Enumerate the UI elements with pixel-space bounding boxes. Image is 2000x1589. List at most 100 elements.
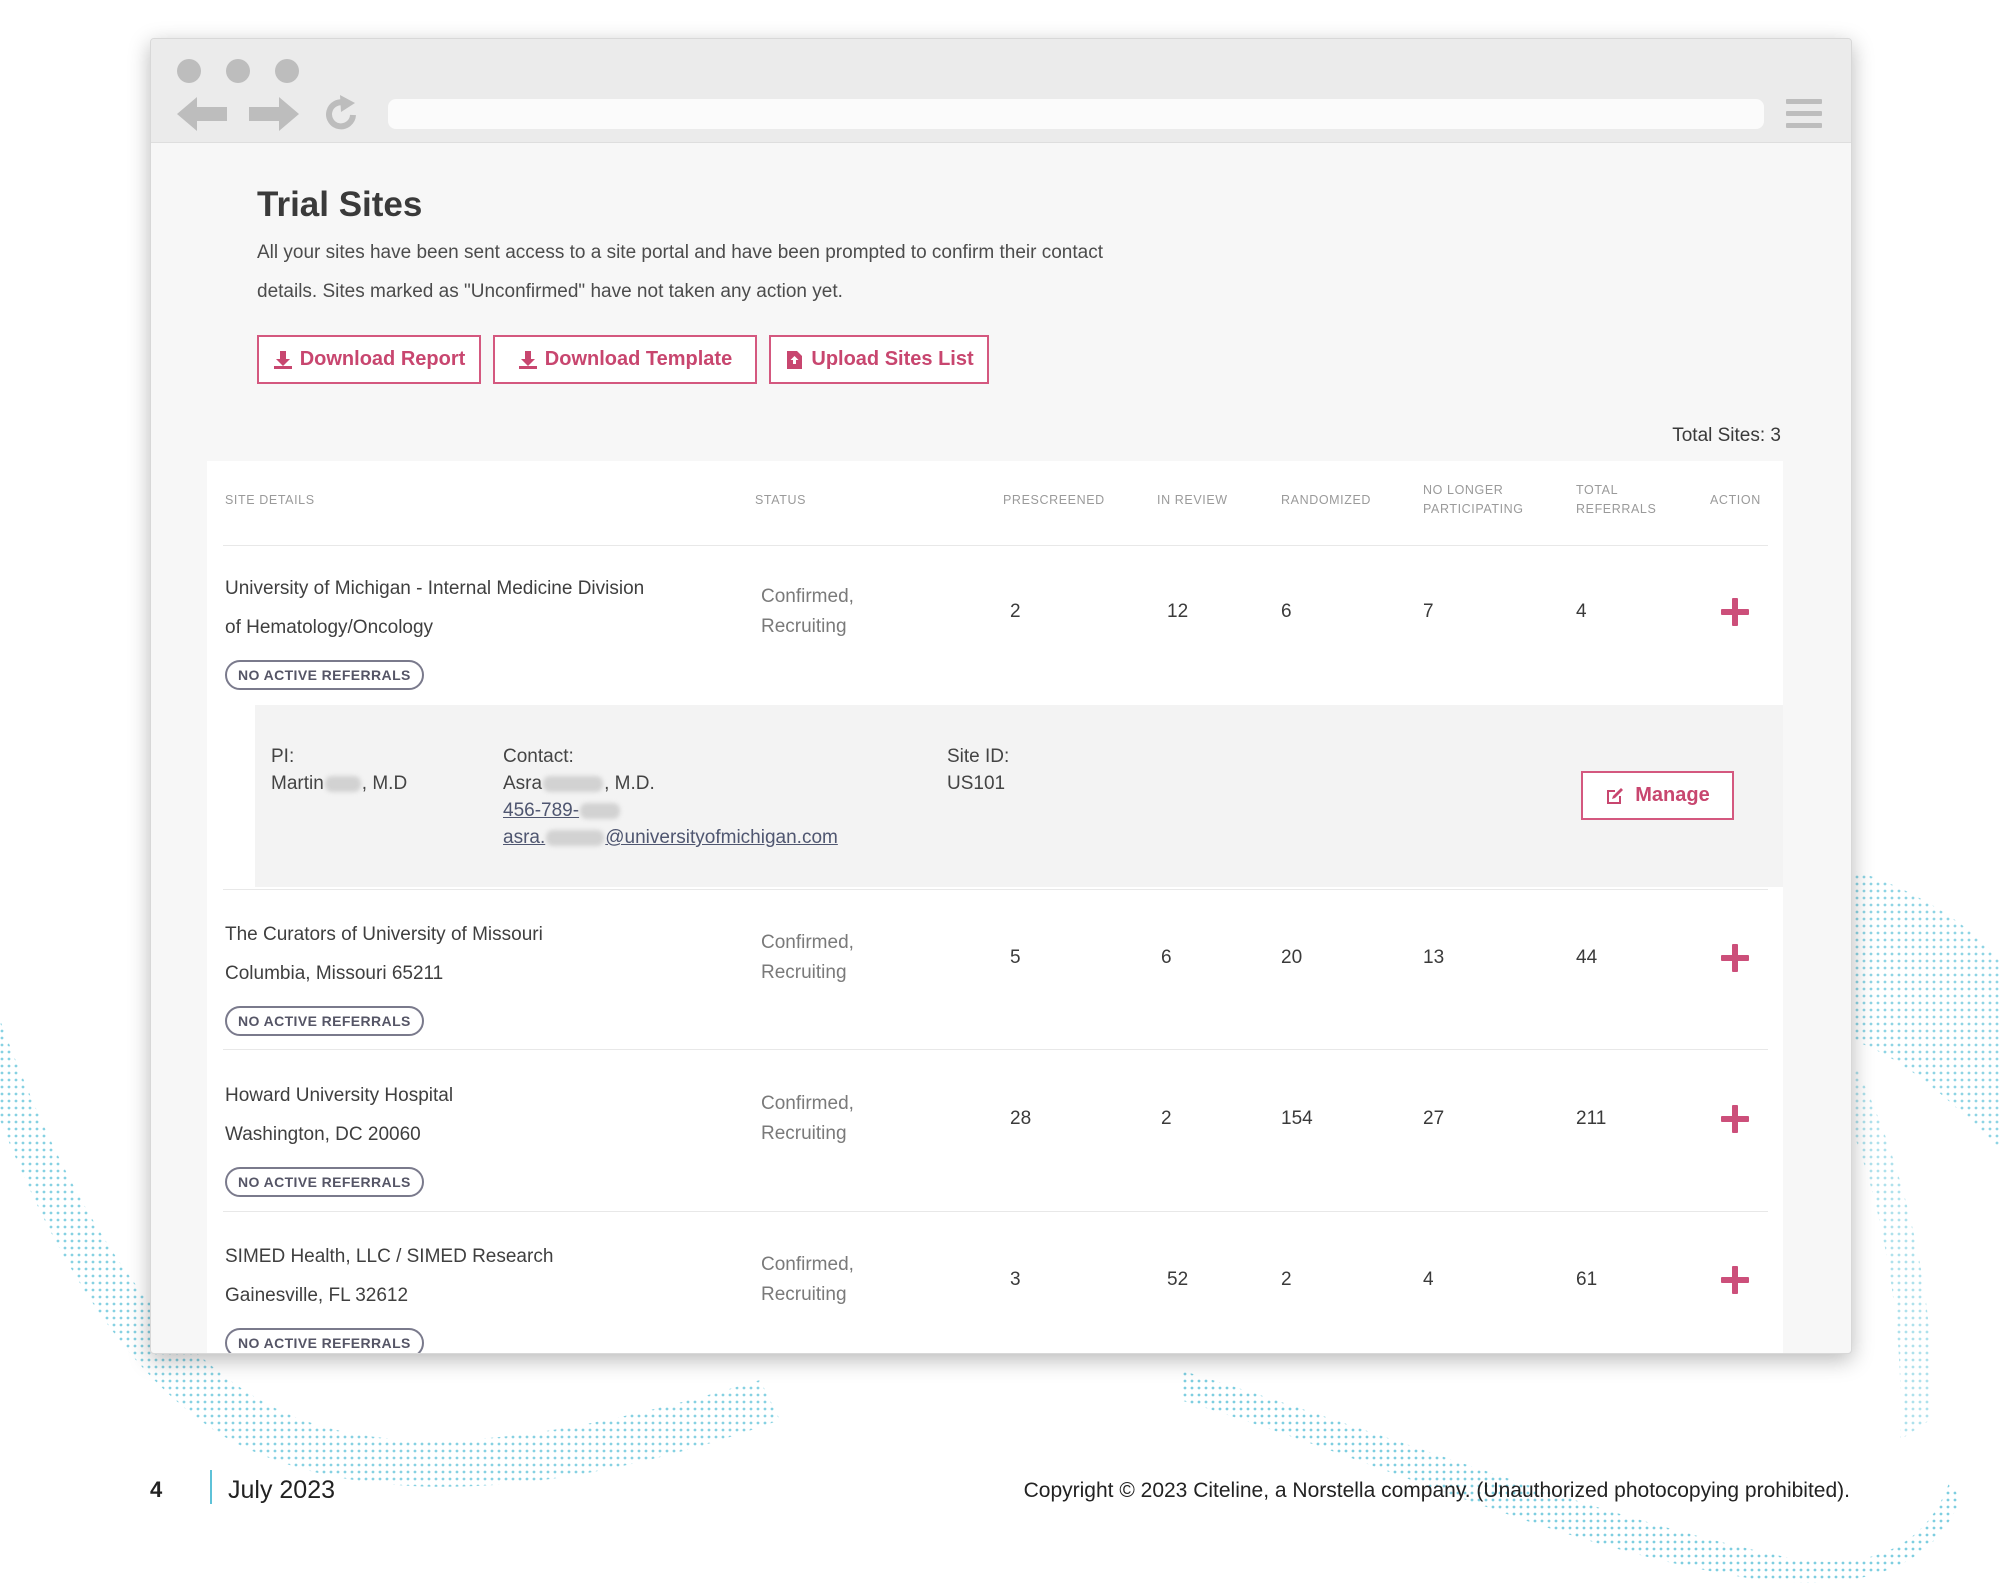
window-dot-maximize[interactable] bbox=[275, 59, 299, 83]
site-status-line-1: Confirmed, bbox=[761, 932, 854, 953]
site-status: Confirmed, Recruiting bbox=[761, 1089, 854, 1149]
page-number: 4 bbox=[150, 1477, 163, 1502]
header-action: ACTION bbox=[1710, 493, 1761, 507]
total-referrals-value: 211 bbox=[1576, 1108, 1607, 1129]
site-status-line-2: Recruiting bbox=[761, 1123, 847, 1144]
site-status: Confirmed, Recruiting bbox=[761, 1250, 854, 1310]
status-badge: NO ACTIVE REFERRALS bbox=[225, 1006, 424, 1036]
no-longer-participating-value: 4 bbox=[1423, 1269, 1434, 1290]
pi-name: Martin , M.D bbox=[271, 770, 407, 797]
footer-copyright: Copyright © 2023 Citeline, a Norstella c… bbox=[1023, 1479, 1850, 1502]
status-badge: NO ACTIVE REFERRALS bbox=[225, 1167, 424, 1197]
upload-sites-list-button[interactable]: Upload Sites List bbox=[769, 335, 989, 384]
expand-plus-icon[interactable] bbox=[1720, 1104, 1750, 1134]
manage-label: Manage bbox=[1635, 784, 1710, 806]
header-no-longer-line-1: NO LONGER bbox=[1423, 483, 1504, 497]
footer-date: July 2023 bbox=[228, 1476, 336, 1504]
back-arrow-icon[interactable] bbox=[175, 94, 229, 134]
randomized-value: 154 bbox=[1281, 1108, 1313, 1129]
phone-prefix: 456-789- bbox=[503, 800, 580, 821]
download-icon bbox=[273, 350, 292, 369]
pi-info: PI: Martin , M.D bbox=[271, 743, 407, 797]
description-line-2: details. Sites marked as "Unconfirmed" h… bbox=[257, 281, 843, 302]
browser-chrome bbox=[151, 39, 1851, 143]
row-divider bbox=[223, 1049, 1768, 1050]
site-status-line-1: Confirmed, bbox=[761, 586, 854, 607]
header-total-referrals: TOTAL REFERRALS bbox=[1576, 481, 1656, 519]
hamburger-menu-icon[interactable] bbox=[1786, 99, 1822, 129]
no-longer-participating-value: 7 bbox=[1423, 601, 1434, 622]
header-randomized: RANDOMIZED bbox=[1281, 493, 1372, 507]
reload-icon[interactable] bbox=[323, 95, 359, 133]
window-dot-close[interactable] bbox=[177, 59, 201, 83]
prescreened-value: 3 bbox=[1010, 1269, 1021, 1290]
download-template-button[interactable]: Download Template bbox=[493, 335, 757, 384]
status-badge: NO ACTIVE REFERRALS bbox=[225, 1328, 424, 1353]
header-prescreened: PRESCREENED bbox=[1003, 493, 1105, 507]
address-bar[interactable] bbox=[388, 99, 1764, 129]
redacted-text bbox=[580, 802, 621, 819]
site-name-line-1: Howard University Hospital bbox=[225, 1085, 454, 1106]
site-detail-panel: PI: Martin , M.D Contact: Asra , M.D. 456-… bbox=[255, 705, 1783, 887]
contact-label: Contact: bbox=[503, 746, 574, 767]
site-name: SIMED Health, LLC / SIMED Research Gaine… bbox=[225, 1237, 553, 1315]
sites-table: SITE DETAILS STATUS PRESCREENED IN REVIE… bbox=[207, 461, 1783, 1353]
forward-arrow-icon[interactable] bbox=[247, 94, 301, 134]
header-site-details: SITE DETAILS bbox=[225, 493, 315, 507]
site-name-line-2: Washington, DC 20060 bbox=[225, 1124, 421, 1145]
site-status-line-2: Recruiting bbox=[761, 962, 847, 983]
in-review-value: 2 bbox=[1161, 1108, 1172, 1129]
site-id-label: Site ID: bbox=[947, 746, 1010, 767]
redacted-text bbox=[543, 775, 604, 792]
email-domain: @universityofmichigan.com bbox=[605, 827, 838, 848]
row-divider bbox=[223, 889, 1768, 890]
site-name: University of Michigan - Internal Medici… bbox=[225, 569, 644, 647]
total-referrals-value: 61 bbox=[1576, 1269, 1598, 1290]
footer-divider bbox=[210, 1470, 212, 1504]
download-report-label: Download Report bbox=[299, 348, 466, 370]
status-badge: NO ACTIVE REFERRALS bbox=[225, 660, 424, 690]
site-name: Howard University Hospital Washington, D… bbox=[225, 1076, 453, 1154]
header-no-longer-participating: NO LONGER PARTICIPATING bbox=[1423, 481, 1524, 519]
no-longer-participating-value: 13 bbox=[1423, 947, 1445, 968]
in-review-value: 6 bbox=[1161, 947, 1172, 968]
site-name: The Curators of University of Missouri C… bbox=[225, 915, 543, 993]
contact-phone-link[interactable]: 456-789- bbox=[503, 797, 838, 824]
site-name-line-2: Columbia, Missouri 65211 bbox=[225, 963, 444, 984]
in-review-value: 12 bbox=[1167, 601, 1189, 622]
expand-plus-icon[interactable] bbox=[1720, 1265, 1750, 1295]
contact-info: Contact: Asra , M.D. 456-789- asra. @unive… bbox=[503, 743, 838, 851]
redacted-text bbox=[546, 829, 605, 846]
window-dot-minimize[interactable] bbox=[226, 59, 250, 83]
header-total-line-2: REFERRALS bbox=[1576, 502, 1657, 516]
download-report-button[interactable]: Download Report bbox=[257, 335, 481, 384]
header-no-longer-line-2: PARTICIPATING bbox=[1423, 502, 1524, 516]
expand-plus-icon[interactable] bbox=[1720, 943, 1750, 973]
in-review-value: 52 bbox=[1167, 1269, 1189, 1290]
download-icon bbox=[518, 350, 537, 369]
contact-email-link[interactable]: asra. @universityofmichigan.com bbox=[503, 824, 838, 851]
email-prefix: asra. bbox=[503, 827, 546, 848]
description-line-1: All your sites have been sent access to … bbox=[257, 242, 1103, 263]
site-status-line-1: Confirmed, bbox=[761, 1254, 854, 1275]
site-name-line-1: University of Michigan - Internal Medici… bbox=[225, 578, 645, 599]
site-status-line-2: Recruiting bbox=[761, 1284, 847, 1305]
manage-button[interactable]: Manage bbox=[1581, 771, 1734, 820]
expand-plus-icon[interactable] bbox=[1720, 597, 1750, 627]
prescreened-value: 28 bbox=[1010, 1108, 1032, 1129]
redacted-text bbox=[324, 775, 361, 792]
header-total-line-1: TOTAL bbox=[1576, 483, 1619, 497]
file-upload-icon bbox=[787, 350, 803, 369]
site-status: Confirmed, Recruiting bbox=[761, 582, 854, 642]
total-referrals-value: 4 bbox=[1576, 601, 1587, 622]
pi-first-name: Martin bbox=[271, 773, 324, 794]
prescreened-value: 2 bbox=[1010, 601, 1021, 622]
row-divider bbox=[223, 1211, 1768, 1212]
pi-label: PI: bbox=[271, 746, 295, 767]
site-name-line-1: The Curators of University of Missouri bbox=[225, 924, 543, 945]
total-sites-count: Total Sites: 3 bbox=[1672, 425, 1781, 446]
page-content: Trial Sites All your sites have been sen… bbox=[151, 143, 1851, 1353]
randomized-value: 20 bbox=[1281, 947, 1303, 968]
browser-window: Trial Sites All your sites have been sen… bbox=[150, 38, 1852, 1354]
no-longer-participating-value: 27 bbox=[1423, 1108, 1445, 1129]
